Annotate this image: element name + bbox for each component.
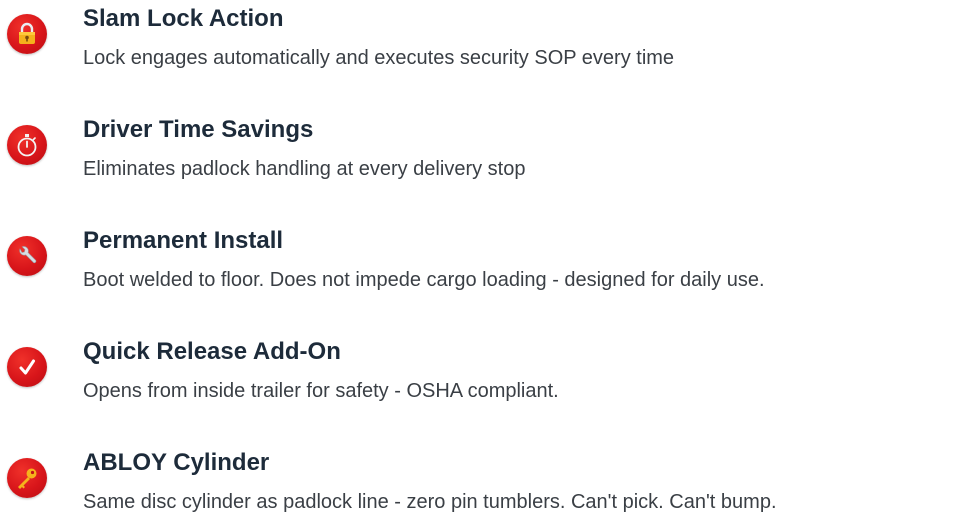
feature-title: Driver Time Savings — [83, 116, 314, 143]
feature-title: Permanent Install — [83, 227, 284, 254]
stopwatch-icon — [7, 125, 47, 165]
feature-description: Lock engages automatically and executes … — [83, 47, 675, 69]
padlock-icon — [7, 14, 47, 54]
feature-title: ABLOY Cylinder — [83, 449, 270, 476]
feature-description: Same disc cylinder as padlock line - zer… — [83, 491, 777, 513]
checkmark-icon — [7, 347, 47, 387]
wrench-icon — [7, 236, 47, 276]
feature-description: Eliminates padlock handling at every del… — [83, 158, 526, 180]
feature-description: Opens from inside trailer for safety - O… — [83, 380, 559, 402]
feature-item-driver-time-savings: Driver Time Savings Eliminates padlock h… — [0, 111, 958, 191]
feature-item-slam-lock-action: Slam Lock Action Lock engages automatica… — [0, 0, 958, 80]
key-icon — [7, 458, 47, 498]
feature-list: Slam Lock Action Lock engages automatica… — [0, 0, 958, 513]
feature-item-abloy-cylinder: ABLOY Cylinder Same disc cylinder as pad… — [0, 444, 958, 524]
feature-title: Slam Lock Action — [83, 5, 284, 32]
feature-description: Boot welded to floor. Does not impede ca… — [83, 269, 765, 291]
feature-item-permanent-install: Permanent Install Boot welded to floor. … — [0, 222, 958, 302]
feature-item-quick-release-add-on: Quick Release Add-On Opens from inside t… — [0, 333, 958, 413]
feature-title: Quick Release Add-On — [83, 338, 341, 365]
